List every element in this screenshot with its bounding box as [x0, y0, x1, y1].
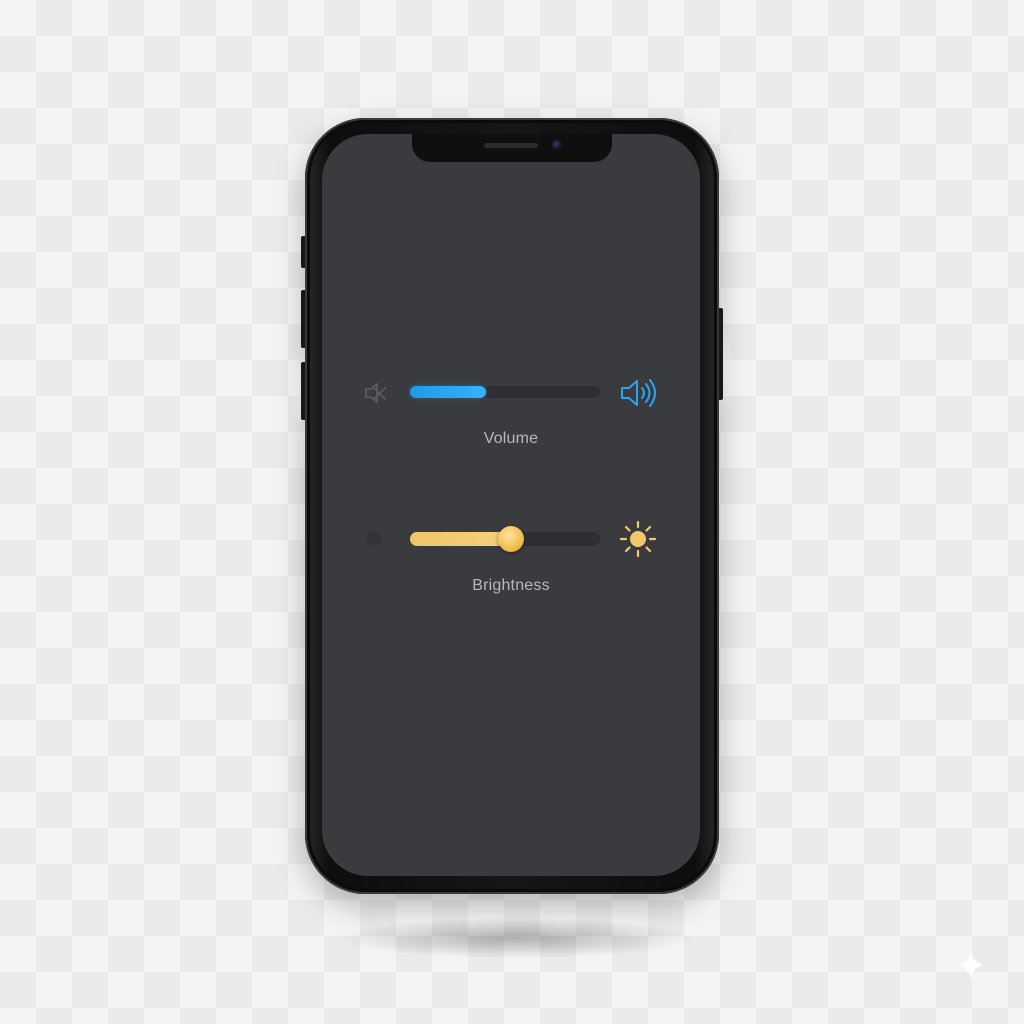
notch: [412, 134, 612, 162]
speaker-loud-icon[interactable]: [618, 376, 660, 410]
brightness-slider[interactable]: [410, 526, 600, 552]
earpiece-speaker: [484, 143, 538, 148]
sun-icon[interactable]: [618, 519, 658, 559]
front-camera: [552, 140, 562, 150]
brightness-label: Brightness: [472, 577, 550, 594]
speaker-muted-icon[interactable]: [360, 378, 390, 408]
volume-label: Volume: [483, 430, 539, 447]
brightness-low-icon[interactable]: [366, 530, 382, 546]
sparkle-icon: [957, 951, 985, 979]
phone-screen: Volume Brightness: [322, 134, 700, 876]
brightness-slider-fill: [410, 532, 511, 546]
volume-slider[interactable]: [410, 386, 600, 398]
volume-slider-fill: [410, 386, 486, 398]
phone-shadow: [340, 918, 690, 958]
brightness-slider-thumb[interactable]: [497, 526, 524, 552]
